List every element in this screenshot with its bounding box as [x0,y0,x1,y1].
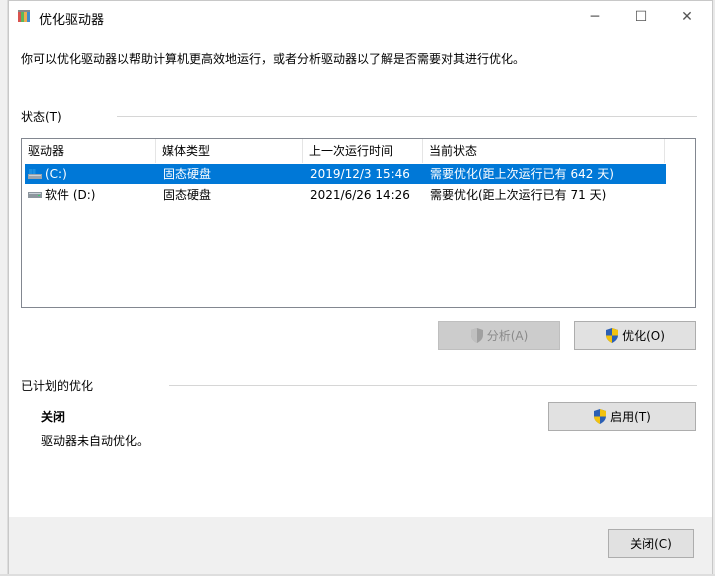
drive-icon [28,192,42,198]
drive-current-status: 需要优化(距上次运行已有 71 天) [430,188,607,202]
title-bar[interactable]: 优化驱动器 ─ ☐ ✕ [9,1,712,33]
close-button-label: 关闭(C) [630,537,672,551]
column-header-media-type[interactable]: 媒体类型 [156,139,303,163]
dialog-footer: 关闭(C) [9,517,712,575]
close-window-button[interactable]: ✕ [664,1,710,33]
column-header-current-status[interactable]: 当前状态 [423,139,665,163]
drive-c-icon [28,169,42,179]
analyze-button-label: 分析(A) [486,329,529,343]
column-header-last-run[interactable]: 上一次运行时间 [303,139,423,163]
scheduled-section-label: 已计划的优化 [21,379,94,393]
column-header-drive[interactable]: 驱动器 [22,139,156,163]
uac-shield-icon [470,328,483,343]
drive-media-type: 固态硬盘 [163,188,212,202]
drive-media-type: 固态硬盘 [163,167,212,181]
drive-row-d[interactable]: 软件 (D:) 固态硬盘 2021/6/26 14:26 需要优化(距上次运行已… [25,185,666,205]
scheduled-divider [169,385,697,386]
maximize-button[interactable]: ☐ [618,1,664,33]
status-divider [117,116,697,117]
window-title: 优化驱动器 [39,13,105,28]
drive-name: 软件 (D:) [45,188,96,202]
uac-shield-icon [606,328,619,343]
drive-name: (C:) [45,167,67,181]
drive-last-run: 2021/6/26 14:26 [310,188,410,202]
enable-schedule-button-label: 启用(T) [610,410,651,424]
optimize-button[interactable]: 优化(O) [574,321,696,350]
enable-schedule-button[interactable]: 启用(T) [548,402,696,431]
drive-current-status: 需要优化(距上次运行已有 642 天) [430,167,614,181]
background-window-edge [0,0,8,576]
minimize-button[interactable]: ─ [572,1,618,33]
scheduled-description: 驱动器未自动优化。 [41,434,150,448]
close-button[interactable]: 关闭(C) [608,529,694,558]
optimize-drives-window: 优化驱动器 ─ ☐ ✕ 你可以优化驱动器以帮助计算机更高效地运行，或者分析驱动器… [8,0,713,575]
analyze-button[interactable]: 分析(A) [438,321,560,350]
uac-shield-icon [594,409,607,424]
optimize-button-label: 优化(O) [622,329,665,343]
status-section-label: 状态(T) [21,110,62,124]
drives-list[interactable]: 驱动器 媒体类型 上一次运行时间 当前状态 (C:) 固态硬盘 2019/12/… [21,138,696,308]
drives-list-header: 驱动器 媒体类型 上一次运行时间 当前状态 [22,139,665,163]
intro-text: 你可以优化驱动器以帮助计算机更高效地运行，或者分析驱动器以了解是否需要对其进行优… [21,52,526,66]
drive-last-run: 2019/12/3 15:46 [310,167,410,181]
defrag-app-icon [18,10,30,22]
drive-row-c[interactable]: (C:) 固态硬盘 2019/12/3 15:46 需要优化(距上次运行已有 6… [25,164,666,184]
scheduled-state: 关闭 [41,410,66,424]
